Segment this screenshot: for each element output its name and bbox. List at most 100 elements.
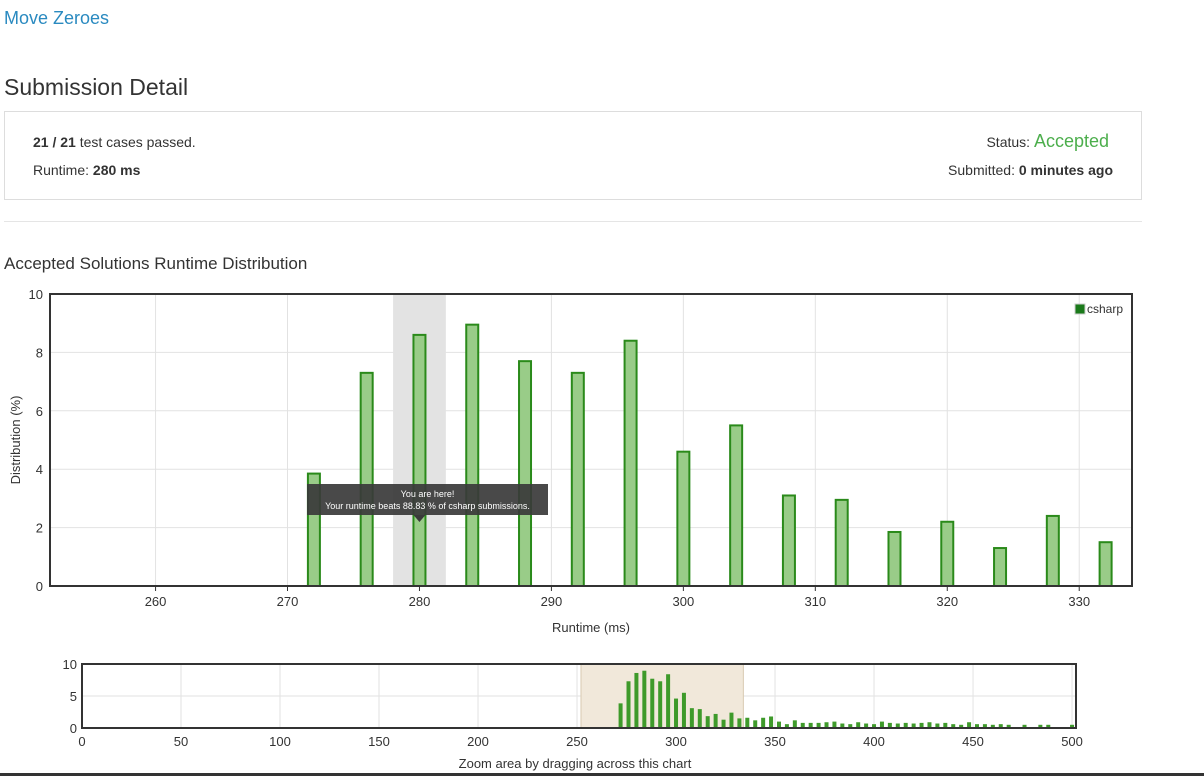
nav-bar: [674, 698, 679, 728]
nav-x-tick-label: 450: [962, 734, 984, 749]
nav-bar: [658, 681, 663, 728]
bar[interactable]: [676, 450, 691, 587]
nav-bar: [705, 716, 710, 728]
nav-bar: [745, 717, 750, 728]
legend-label: csharp: [1087, 302, 1123, 316]
chart-title: Accepted Solutions Runtime Distribution: [4, 254, 308, 273]
bar[interactable]: [570, 371, 585, 587]
nav-bar: [697, 709, 702, 728]
y-tick-label: 8: [36, 345, 43, 360]
bar[interactable]: [1045, 514, 1060, 587]
nav-x-tick-label: 150: [368, 734, 390, 749]
runtime-value: 280 ms: [92, 162, 141, 178]
nav-bar: [769, 716, 774, 728]
bar[interactable]: [729, 424, 744, 587]
bar[interactable]: [781, 494, 796, 587]
nav-bar: [681, 692, 686, 728]
nav-x-tick-label: 350: [764, 734, 786, 749]
problem-title-link[interactable]: Move Zeroes: [4, 8, 109, 29]
nav-x-tick-label: 300: [665, 734, 687, 749]
bar[interactable]: [623, 339, 638, 587]
nav-bar: [642, 670, 647, 728]
nav-bar: [792, 720, 797, 728]
bar[interactable]: [887, 530, 902, 587]
y-tick-label: 0: [36, 579, 43, 594]
x-tick-label: 270: [277, 594, 299, 609]
navigator-y-ticks: 0 5 10: [63, 657, 77, 736]
nav-x-tick-label: 0: [78, 734, 85, 749]
bar[interactable]: [465, 323, 480, 587]
x-tick-label: 330: [1068, 594, 1090, 609]
nav-y-tick-label: 5: [70, 689, 77, 704]
total-count: 21: [60, 134, 76, 150]
nav-x-tick-label: 500: [1061, 734, 1083, 749]
page-title: Submission Detail: [4, 74, 189, 100]
zoom-navigator-chart[interactable]: 0 50 100 150 200 250 300 350 400 450 500 0 5 10 Zoom…: [0, 655, 1204, 775]
y-tick-label: 4: [36, 462, 43, 477]
bar[interactable]: [412, 333, 427, 587]
submission-summary-panel: 21 / 21 test cases passed. Runtime: 280 …: [4, 111, 1142, 200]
nav-x-tick-label: 250: [566, 734, 588, 749]
tooltip-line-2: Your runtime beats 88.83 % of csharp sub…: [325, 501, 530, 511]
submitted-label: Submitted:: [948, 162, 1019, 178]
nav-y-tick-label: 10: [63, 657, 77, 672]
nav-x-tick-label: 400: [863, 734, 885, 749]
plot-frame: [49, 293, 1133, 587]
bar[interactable]: [940, 520, 955, 587]
y-tick-label: 6: [36, 404, 43, 419]
nav-bar: [634, 672, 639, 728]
nav-x-tick-label: 50: [174, 734, 188, 749]
nav-y-tick-label: 0: [70, 721, 77, 736]
submitted-value: 0 minutes ago: [1018, 162, 1113, 178]
runtime-distribution-chart[interactable]: 260 270 280 290 300 310 320 330 0 2 4 6 8 10 Runtime…: [0, 280, 1204, 650]
tooltip-line-1: You are here!: [401, 489, 455, 499]
y-tick-label: 2: [36, 521, 43, 536]
x-axis-label: Runtime (ms): [552, 620, 630, 635]
passed-suffix: test cases passed.: [75, 134, 196, 150]
navigator-caption: Zoom area by dragging across this chart: [459, 756, 692, 771]
y-tick-label: 10: [29, 287, 43, 302]
nav-bar: [689, 708, 694, 728]
bar[interactable]: [359, 371, 374, 587]
status-accepted: Accepted: [1033, 131, 1109, 151]
x-tick-label: 260: [145, 594, 167, 609]
bar[interactable]: [518, 360, 533, 587]
y-axis-ticks: 0 2 4 6 8 10: [29, 287, 43, 594]
test-cases-summary: 21 / 21 test cases passed.: [33, 134, 196, 150]
x-tick-label: 300: [673, 594, 695, 609]
count-separator: /: [48, 134, 61, 150]
nav-bar: [626, 681, 631, 728]
legend[interactable]: csharp: [1074, 302, 1123, 316]
x-axis-ticks: 260 270 280 290 300 310 320 330: [145, 586, 1090, 609]
runtime-label: Runtime:: [33, 162, 93, 178]
navigator-x-ticks: 0 50 100 150 200 250 300 350 400 450 500: [78, 734, 1083, 749]
nav-bar: [721, 719, 726, 728]
bar[interactable]: [1098, 541, 1113, 588]
nav-bar: [618, 703, 623, 728]
bar[interactable]: [993, 547, 1008, 588]
nav-bar: [650, 678, 655, 728]
nav-x-tick-label: 100: [269, 734, 291, 749]
nav-bar: [666, 674, 671, 728]
status-summary: Status: Accepted: [986, 131, 1109, 152]
x-tick-label: 310: [804, 594, 826, 609]
bar[interactable]: [834, 498, 849, 587]
nav-bar: [713, 713, 718, 728]
runtime-summary: Runtime: 280 ms: [33, 162, 140, 178]
nav-bar: [737, 718, 742, 728]
nav-bar: [753, 720, 758, 728]
legend-swatch: [1074, 303, 1086, 315]
y-axis-label: Distribution (%): [8, 396, 23, 485]
status-label: Status:: [986, 134, 1034, 150]
x-tick-label: 290: [541, 594, 563, 609]
nav-x-tick-label: 200: [467, 734, 489, 749]
navigator-grid: [81, 663, 1076, 729]
passed-count: 21: [33, 134, 49, 150]
x-tick-label: 280: [409, 594, 431, 609]
main-grid: [50, 293, 1132, 587]
submitted-summary: Submitted: 0 minutes ago: [948, 162, 1113, 178]
divider: [4, 221, 1142, 222]
nav-bar: [729, 712, 734, 728]
nav-bar: [761, 717, 766, 728]
x-tick-label: 320: [936, 594, 958, 609]
